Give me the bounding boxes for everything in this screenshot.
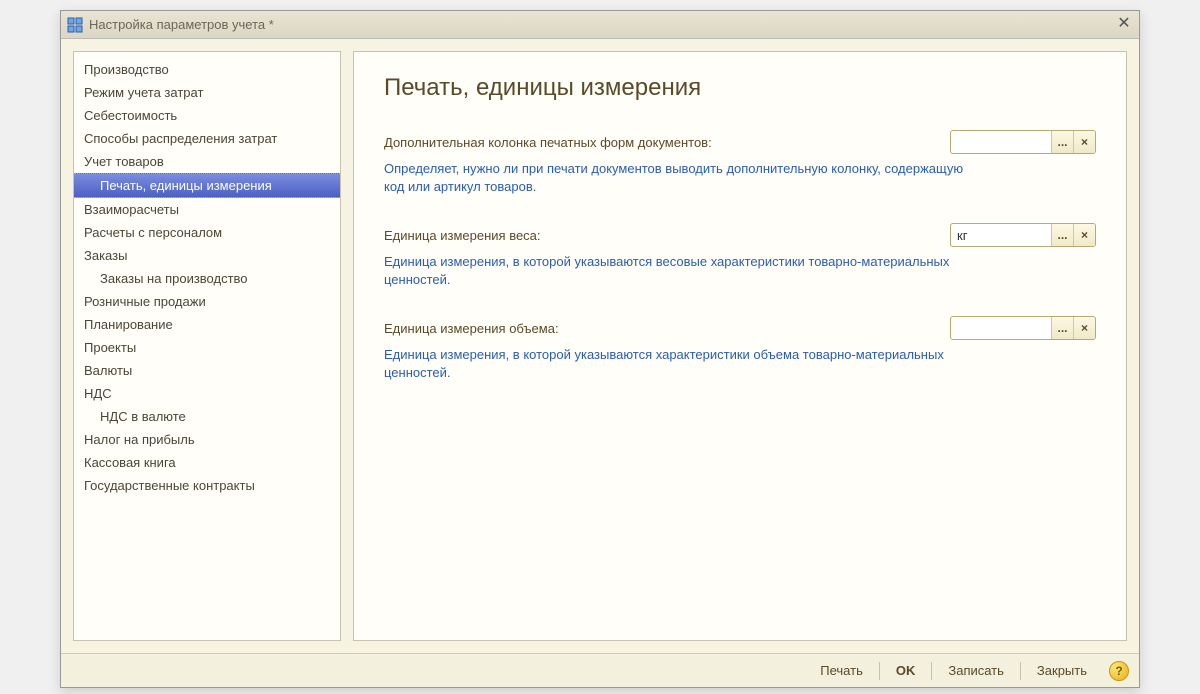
sidebar-item[interactable]: НДС (74, 382, 340, 405)
lookup-field: ...× (950, 316, 1096, 340)
titlebar: Настройка параметров учета * ✕ (61, 11, 1139, 39)
client-area: ПроизводствоРежим учета затратСебестоимо… (61, 39, 1139, 653)
sidebar-item[interactable]: Налог на прибыль (74, 428, 340, 451)
separator (931, 662, 932, 680)
lookup-field: ...× (950, 223, 1096, 247)
field-hint: Единица измерения, в которой указываются… (384, 253, 964, 288)
sidebar-item[interactable]: Производство (74, 58, 340, 81)
separator (879, 662, 880, 680)
close-button[interactable]: Закрыть (1027, 660, 1097, 681)
close-icon[interactable]: ✕ (1113, 13, 1135, 33)
lookup-input[interactable] (951, 131, 1051, 153)
field-row: Дополнительная колонка печатных форм док… (384, 130, 1096, 154)
sidebar-item[interactable]: Себестоимость (74, 104, 340, 127)
separator (1020, 662, 1021, 680)
sidebar-item[interactable]: Государственные контракты (74, 474, 340, 497)
sidebar-item[interactable]: Расчеты с персоналом (74, 221, 340, 244)
print-button[interactable]: Печать (810, 660, 873, 681)
sidebar: ПроизводствоРежим учета затратСебестоимо… (73, 51, 341, 641)
sidebar-item[interactable]: Проекты (74, 336, 340, 359)
sidebar-item[interactable]: Способы распределения затрат (74, 127, 340, 150)
sidebar-item[interactable]: Розничные продажи (74, 290, 340, 313)
main-panel: Печать, единицы измерения Дополнительная… (353, 51, 1127, 641)
field-label: Дополнительная колонка печатных форм док… (384, 135, 784, 150)
lookup-select-button[interactable]: ... (1051, 317, 1073, 339)
sidebar-item[interactable]: Валюты (74, 359, 340, 382)
lookup-select-button[interactable]: ... (1051, 224, 1073, 246)
field-row: Единица измерения веса:...× (384, 223, 1096, 247)
field-row: Единица измерения объема:...× (384, 316, 1096, 340)
page-title: Печать, единицы измерения (384, 74, 1096, 102)
sidebar-item[interactable]: Заказы (74, 244, 340, 267)
sidebar-item[interactable]: Кассовая книга (74, 451, 340, 474)
footer: Печать OK Записать Закрыть ? (61, 653, 1139, 687)
sidebar-item[interactable]: НДС в валюте (74, 405, 340, 428)
settings-window: Настройка параметров учета * ✕ Производс… (60, 10, 1140, 688)
lookup-select-button[interactable]: ... (1051, 131, 1073, 153)
lookup-clear-button[interactable]: × (1073, 317, 1095, 339)
app-icon (67, 17, 83, 33)
lookup-input[interactable] (951, 317, 1051, 339)
lookup-input[interactable] (951, 224, 1051, 246)
sidebar-item[interactable]: Взаиморасчеты (74, 198, 340, 221)
ok-button[interactable]: OK (886, 660, 926, 681)
field-label: Единица измерения объема: (384, 321, 604, 336)
lookup-clear-button[interactable]: × (1073, 224, 1095, 246)
field-hint: Определяет, нужно ли при печати документ… (384, 160, 964, 195)
lookup-field: ...× (950, 130, 1096, 154)
sidebar-item[interactable]: Режим учета затрат (74, 81, 340, 104)
field-label: Единица измерения веса: (384, 228, 604, 243)
lookup-clear-button[interactable]: × (1073, 131, 1095, 153)
sidebar-item[interactable]: Планирование (74, 313, 340, 336)
sidebar-item[interactable]: Печать, единицы измерения (74, 173, 340, 198)
window-title: Настройка параметров учета * (89, 17, 274, 32)
field-hint: Единица измерения, в которой указываются… (384, 346, 964, 381)
sidebar-item[interactable]: Учет товаров (74, 150, 340, 173)
write-button[interactable]: Записать (938, 660, 1014, 681)
help-button[interactable]: ? (1109, 661, 1129, 681)
sidebar-item[interactable]: Заказы на производство (74, 267, 340, 290)
